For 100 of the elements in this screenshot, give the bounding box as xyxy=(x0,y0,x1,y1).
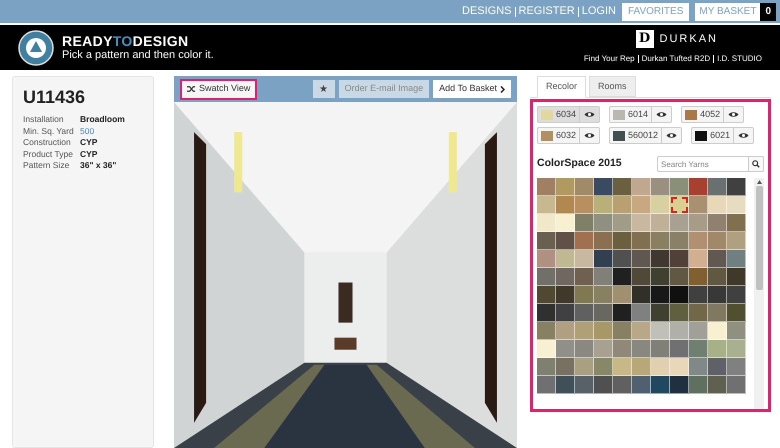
yarn-swatch[interactable] xyxy=(651,304,670,322)
partner-link[interactable]: I.D. STUDIO xyxy=(717,53,762,65)
yarn-swatch[interactable] xyxy=(708,196,727,214)
yarn-swatch[interactable] xyxy=(575,232,594,250)
color-chip[interactable]: 6032 xyxy=(537,127,600,144)
yarn-swatch[interactable] xyxy=(651,322,670,340)
yarn-swatch[interactable] xyxy=(670,340,689,358)
yarn-swatch[interactable] xyxy=(727,250,746,268)
yarn-swatch[interactable] xyxy=(537,250,556,268)
yarn-swatch[interactable] xyxy=(632,268,651,286)
yarn-swatch[interactable] xyxy=(594,214,613,232)
yarn-swatch[interactable] xyxy=(632,250,651,268)
yarn-swatch[interactable] xyxy=(575,304,594,322)
yarn-swatch[interactable] xyxy=(632,322,651,340)
yarn-swatch[interactable] xyxy=(727,196,746,214)
yarn-swatch[interactable] xyxy=(613,178,632,196)
yarn-swatch[interactable] xyxy=(556,232,575,250)
yarn-swatch[interactable] xyxy=(727,304,746,322)
yarn-swatch[interactable] xyxy=(727,178,746,196)
yarn-swatch[interactable] xyxy=(727,358,746,376)
yarn-swatch[interactable] xyxy=(651,214,670,232)
yarn-swatch[interactable] xyxy=(689,250,708,268)
yarn-swatch[interactable] xyxy=(670,304,689,322)
color-chip[interactable]: 4052 xyxy=(681,106,744,123)
yarn-swatch[interactable] xyxy=(651,286,670,304)
yarn-swatch[interactable] xyxy=(651,232,670,250)
yarn-swatch[interactable] xyxy=(651,250,670,268)
yarn-swatch[interactable] xyxy=(727,340,746,358)
yarn-swatch[interactable] xyxy=(632,286,651,304)
scroll-up-icon[interactable] xyxy=(756,180,762,184)
yarn-swatch[interactable] xyxy=(613,304,632,322)
yarn-swatch[interactable] xyxy=(727,286,746,304)
yarn-swatch[interactable] xyxy=(537,304,556,322)
yarn-swatch[interactable] xyxy=(556,196,575,214)
yarn-swatch[interactable] xyxy=(556,322,575,340)
yarn-swatch[interactable] xyxy=(632,232,651,250)
partner-link[interactable]: Find Your Rep xyxy=(584,53,635,65)
yarn-swatch[interactable] xyxy=(613,286,632,304)
yarn-swatch[interactable] xyxy=(632,214,651,232)
yarn-swatch[interactable] xyxy=(556,178,575,196)
yarn-swatch[interactable] xyxy=(670,250,689,268)
yarn-swatch[interactable] xyxy=(689,304,708,322)
yarn-swatch[interactable] xyxy=(575,268,594,286)
yarn-swatch[interactable] xyxy=(727,232,746,250)
search-button[interactable] xyxy=(749,156,764,172)
yarn-swatch[interactable] xyxy=(708,214,727,232)
yarn-swatch[interactable] xyxy=(556,250,575,268)
color-chip[interactable]: 6034 xyxy=(537,106,600,123)
yarn-swatch[interactable] xyxy=(594,286,613,304)
scrollbar[interactable] xyxy=(754,178,764,409)
yarn-swatch[interactable] xyxy=(594,304,613,322)
yarn-swatch[interactable] xyxy=(575,250,594,268)
add-to-basket-button[interactable]: Add To Basket xyxy=(433,80,511,98)
yarn-swatch[interactable] xyxy=(537,286,556,304)
yarn-swatch[interactable] xyxy=(670,232,689,250)
yarn-swatch[interactable] xyxy=(651,376,670,394)
yarn-swatch[interactable] xyxy=(632,196,651,214)
yarn-swatch[interactable] xyxy=(537,358,556,376)
yarn-swatch[interactable] xyxy=(556,214,575,232)
yarn-swatch[interactable] xyxy=(689,196,708,214)
yarn-swatch[interactable] xyxy=(689,178,708,196)
yarn-swatch[interactable] xyxy=(556,376,575,394)
yarn-swatch[interactable] xyxy=(651,340,670,358)
yarn-swatch[interactable] xyxy=(613,322,632,340)
yarn-swatch[interactable] xyxy=(708,250,727,268)
yarn-swatch[interactable] xyxy=(670,376,689,394)
yarn-swatch[interactable] xyxy=(594,196,613,214)
yarn-swatch[interactable] xyxy=(670,214,689,232)
color-chip[interactable]: 6021 xyxy=(691,127,754,144)
yarn-swatch[interactable] xyxy=(632,376,651,394)
yarn-swatch[interactable] xyxy=(670,178,689,196)
yarn-swatch[interactable] xyxy=(537,268,556,286)
yarn-swatch[interactable] xyxy=(708,178,727,196)
yarn-swatch[interactable] xyxy=(594,340,613,358)
yarn-swatch[interactable] xyxy=(613,196,632,214)
search-field[interactable]: Search Yarns xyxy=(657,156,749,172)
color-chip[interactable]: 560012 xyxy=(609,127,682,144)
yarn-swatch[interactable] xyxy=(708,304,727,322)
yarn-swatch[interactable] xyxy=(727,268,746,286)
yarn-swatch[interactable] xyxy=(651,358,670,376)
yarn-swatch[interactable] xyxy=(670,196,689,214)
yarn-swatch[interactable] xyxy=(670,322,689,340)
yarn-swatch[interactable] xyxy=(613,340,632,358)
yarn-swatch[interactable] xyxy=(670,268,689,286)
yarn-swatch[interactable] xyxy=(708,340,727,358)
yarn-swatch[interactable] xyxy=(575,322,594,340)
yarn-swatch[interactable] xyxy=(689,232,708,250)
yarn-swatch[interactable] xyxy=(575,286,594,304)
yarn-swatch[interactable] xyxy=(556,304,575,322)
yarn-swatch[interactable] xyxy=(594,358,613,376)
yarn-swatch[interactable] xyxy=(556,340,575,358)
swatch-view-button[interactable]: Swatch View xyxy=(180,78,258,100)
yarn-swatch[interactable] xyxy=(594,178,613,196)
yarn-swatch[interactable] xyxy=(575,358,594,376)
yarn-swatch[interactable] xyxy=(594,268,613,286)
yarn-swatch[interactable] xyxy=(708,286,727,304)
yarn-swatch[interactable] xyxy=(594,376,613,394)
tab[interactable]: Recolor xyxy=(537,76,586,98)
yarn-swatch[interactable] xyxy=(727,214,746,232)
yarn-swatch[interactable] xyxy=(708,376,727,394)
